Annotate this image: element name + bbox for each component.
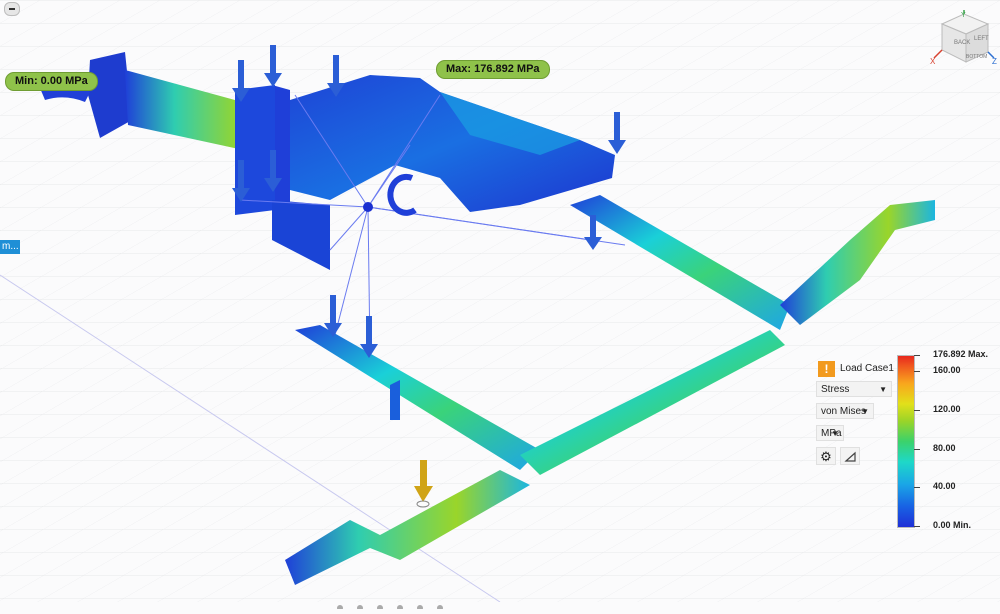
cube-face-back[interactable]: BACK: [954, 40, 970, 46]
browser-tab[interactable]: m...: [0, 240, 20, 254]
z-axis-label: Z: [992, 57, 997, 66]
colorbar-tick-mark: [914, 355, 920, 356]
chevron-down-icon: ▼: [831, 429, 839, 438]
result-type-label: Stress: [821, 384, 850, 395]
view-cube[interactable]: BACK LEFT BOTTOM X Y Z: [930, 10, 1000, 70]
min-callout: Min: 0.00 MPa: [5, 72, 98, 91]
toolbar-icon[interactable]: [337, 605, 343, 611]
cube-face-bottom[interactable]: BOTTOM: [966, 54, 987, 60]
toolbar-icon[interactable]: [397, 605, 403, 611]
colorbar-tick-mark: [914, 487, 920, 489]
legend-options-icon[interactable]: [840, 447, 860, 465]
colorbar-tick-label: 80.00: [933, 442, 956, 453]
chevron-down-icon: ▼: [879, 385, 887, 394]
colorbar-tick-mark: [914, 526, 920, 527]
colorbar-tick-label: 160.00: [933, 365, 961, 376]
colorbar-tick-label: 120.00: [933, 403, 961, 414]
3d-viewport[interactable]: [0, 0, 1000, 602]
component-dropdown[interactable]: von Mises ▼: [816, 403, 874, 419]
toolbar-icon[interactable]: [417, 605, 423, 611]
colorbar-tick-mark: [914, 409, 920, 411]
stress-colorbar: [897, 355, 915, 528]
colorbar-tick-label: 0.00 Min.: [933, 520, 972, 530]
colorbar-tick-mark: [914, 448, 920, 450]
load-case-dropdown[interactable]: Load Case1 ▼: [840, 361, 905, 377]
colorbar-tick-mark: [914, 371, 920, 373]
toolbar-icon[interactable]: [377, 605, 383, 611]
view-menu-button[interactable]: [4, 2, 20, 16]
load-case-label: Load Case1: [840, 363, 894, 374]
result-type-dropdown[interactable]: Stress ▼: [816, 381, 892, 397]
colorbar-tick-label: 176.892 Max.: [933, 349, 989, 359]
remote-point[interactable]: [363, 202, 373, 212]
cube-face-left[interactable]: LEFT: [974, 36, 989, 42]
colorbar-tick-label: 40.00: [933, 481, 956, 492]
warning-icon[interactable]: !: [818, 361, 835, 377]
chevron-down-icon: ▼: [861, 407, 869, 416]
units-dropdown[interactable]: MPa ▼: [816, 425, 844, 441]
gear-icon[interactable]: ⚙: [816, 447, 836, 465]
toolbar-icon[interactable]: [437, 605, 443, 611]
y-axis-label: Y: [961, 12, 966, 19]
toolbar-icon[interactable]: [357, 605, 363, 611]
max-callout: Max: 176.892 MPa: [436, 60, 550, 79]
component-label: von Mises: [821, 406, 867, 417]
bottom-toolbar[interactable]: [330, 596, 480, 611]
x-axis-label: X: [930, 57, 936, 66]
